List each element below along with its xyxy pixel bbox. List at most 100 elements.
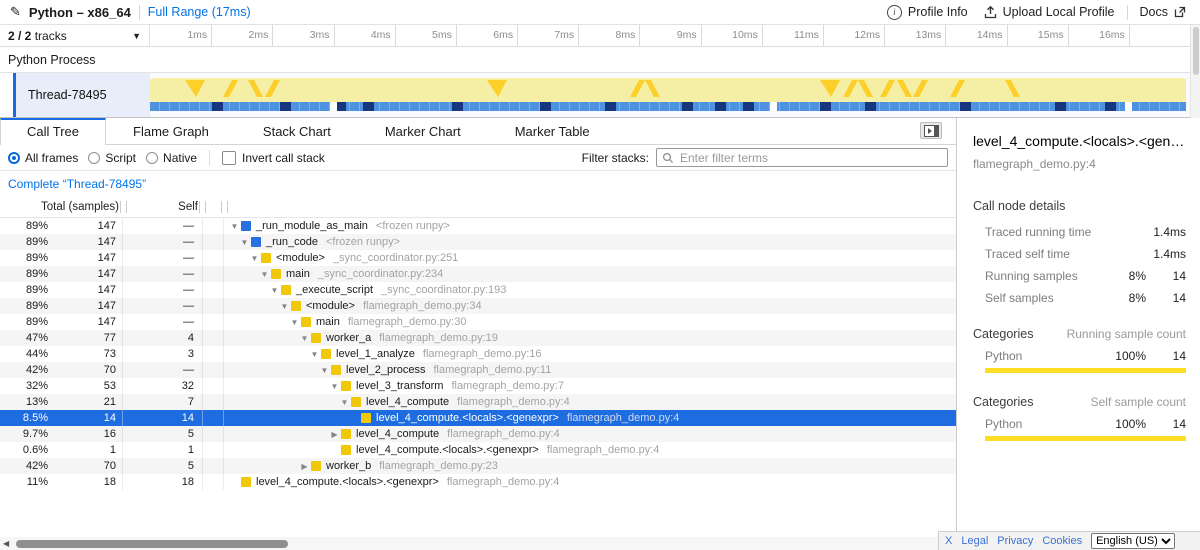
collapse-icon[interactable]: ▼ <box>328 382 341 391</box>
call-tree-row[interactable]: 42%705▶worker_bflamegraph_demo.py:23 <box>0 458 956 474</box>
collapse-icon[interactable]: ▼ <box>318 366 331 375</box>
thread-activity-graph[interactable] <box>150 73 1190 117</box>
call-tree-row[interactable]: 89%147—▼mainflamegraph_demo.py:30 <box>0 314 956 330</box>
ruler-tick-label: 11ms <box>794 29 819 41</box>
call-tree-row[interactable]: 9.7%165▶level_4_computeflamegraph_demo.p… <box>0 426 956 442</box>
call-tree-row[interactable]: 32%5332▼level_3_transformflamegraph_demo… <box>0 378 956 394</box>
thread-track[interactable]: Thread-78495 <box>0 73 1200 118</box>
collapse-icon[interactable]: ▼ <box>308 350 321 359</box>
collapse-icon[interactable]: ▼ <box>238 238 251 247</box>
detail-row: Traced self time1.4ms <box>973 247 1186 261</box>
call-tree-row[interactable]: 8.5%1414level_4_compute.<locals>.<genexp… <box>0 410 956 426</box>
collapse-icon[interactable]: ▼ <box>228 222 241 231</box>
frame-category-icon <box>261 253 271 263</box>
radio-script[interactable]: Script <box>88 151 136 165</box>
horizontal-scrollbar[interactable]: ◀ <box>0 537 956 550</box>
tab-stack-chart[interactable]: Stack Chart <box>236 119 358 144</box>
collapse-icon[interactable]: ▼ <box>268 286 281 295</box>
filter-stacks-box[interactable] <box>656 148 948 167</box>
frame-category-icon <box>251 237 261 247</box>
row-total-percent: 8.5% <box>0 410 50 426</box>
call-tree-row[interactable]: 42%70—▼level_2_processflamegraph_demo.py… <box>0 362 956 378</box>
call-tree-row[interactable]: 89%147—▼_execute_script_sync_coordinator… <box>0 282 956 298</box>
call-tree-row[interactable]: 89%147—▼<module>_sync_coordinator.py:251 <box>0 250 956 266</box>
call-tree-row[interactable]: 89%147—▼_run_code<frozen runpy> <box>0 234 956 250</box>
tracks-dropdown[interactable]: 2 / 2 tracks ▼ <box>0 25 150 46</box>
row-gap <box>203 362 224 378</box>
collapse-icon[interactable]: ▼ <box>248 254 261 263</box>
call-tree-row[interactable]: 89%147—▼main_sync_coordinator.py:234 <box>0 266 956 282</box>
footer-link-privacy[interactable]: Privacy <box>997 535 1033 547</box>
vertical-scrollbar[interactable] <box>1190 25 1200 118</box>
footer-link-x[interactable]: X <box>945 535 952 547</box>
full-range-link[interactable]: Full Range (17ms) <box>148 5 251 19</box>
process-track-header[interactable]: Python Process <box>0 47 1200 73</box>
column-self[interactable]: Self <box>128 201 198 213</box>
call-tree-controls: All frames Script Native Invert call stack… <box>0 145 956 171</box>
collapse-icon[interactable]: ▼ <box>288 318 301 327</box>
column-resizer[interactable] <box>221 201 228 213</box>
row-total-percent: 42% <box>0 362 50 378</box>
expand-icon[interactable]: ▶ <box>298 462 311 471</box>
sidebar-toggle-button[interactable] <box>920 122 942 139</box>
tab-marker-table[interactable]: Marker Table <box>488 119 617 144</box>
radio-label: Script <box>105 151 136 165</box>
upload-icon <box>984 6 997 19</box>
radio-all-frames[interactable]: All frames <box>8 151 78 165</box>
collapse-icon[interactable]: ▼ <box>278 302 291 311</box>
scroll-left-arrow[interactable]: ◀ <box>3 539 9 548</box>
call-tree-row[interactable]: 44%733▼level_1_analyzeflamegraph_demo.py… <box>0 346 956 362</box>
footer: X Legal Privacy Cookies English (US) <box>938 531 1200 550</box>
upload-profile-button[interactable]: Upload Local Profile <box>980 5 1119 19</box>
column-resizer[interactable] <box>120 201 127 213</box>
external-link-icon <box>1174 6 1186 18</box>
row-total-samples: 147 <box>50 298 123 314</box>
row-self-samples: — <box>123 250 203 266</box>
frame-category-icon <box>361 413 371 423</box>
thread-track-label[interactable]: Thread-78495 <box>16 73 150 117</box>
tab-call-tree[interactable]: Call Tree <box>0 118 106 145</box>
call-tree-row[interactable]: 11%1818level_4_compute.<locals>.<genexpr… <box>0 474 956 490</box>
call-tree-row[interactable]: 0.6%11level_4_compute.<locals>.<genexpr>… <box>0 442 956 458</box>
expand-icon[interactable]: ▶ <box>328 430 341 439</box>
row-frame: level_4_compute.<locals>.<genexpr>flameg… <box>224 412 956 424</box>
collapse-icon[interactable]: ▼ <box>258 270 271 279</box>
language-select[interactable]: English (US) <box>1091 533 1175 549</box>
ruler-tick: 2ms <box>272 25 273 46</box>
category-row: Python100%14 <box>973 417 1186 431</box>
horizontal-scrollbar-thumb[interactable] <box>16 540 288 548</box>
docs-link[interactable]: Docs <box>1136 5 1190 19</box>
radio-native[interactable]: Native <box>146 151 197 165</box>
collapse-icon[interactable]: ▼ <box>298 334 311 343</box>
invert-call-stack-option[interactable]: Invert call stack <box>222 151 325 165</box>
category-count: 14 <box>1146 417 1186 431</box>
collapse-icon[interactable]: ▼ <box>338 398 351 407</box>
row-gap <box>203 410 224 426</box>
sample-dark-segment <box>280 102 291 111</box>
call-tree-row[interactable]: 89%147—▼<module>flamegraph_demo.py:34 <box>0 298 956 314</box>
profile-info-button[interactable]: i Profile Info <box>883 5 972 20</box>
category-percent: 100% <box>1098 349 1146 363</box>
edit-profile-name-icon[interactable]: ✎ <box>10 4 21 20</box>
invert-call-stack-checkbox[interactable] <box>222 151 236 165</box>
frame-filter-radios: All frames Script Native <box>8 151 197 165</box>
tab-marker-chart[interactable]: Marker Chart <box>358 119 488 144</box>
filter-stacks-input[interactable] <box>678 150 942 166</box>
timeline-ruler: 1ms2ms3ms4ms5ms6ms7ms8ms9ms10ms11ms12ms1… <box>150 25 1190 46</box>
ruler-tick: 11ms <box>823 25 824 46</box>
call-tree-row[interactable]: 89%147—▼_run_module_as_main<frozen runpy… <box>0 218 956 234</box>
footer-link-cookies[interactable]: Cookies <box>1042 535 1082 547</box>
tab-flame-graph[interactable]: Flame Graph <box>106 119 236 144</box>
row-frame: ▼_execute_script_sync_coordinator.py:193 <box>224 284 956 296</box>
committed-range-link[interactable]: Complete “Thread-78495” <box>8 177 146 191</box>
column-resizer[interactable] <box>199 201 206 213</box>
detail-value: 14 <box>1146 291 1186 305</box>
ruler-tick: 5ms <box>456 25 457 46</box>
column-total-samples[interactable]: Total (samples) <box>0 201 119 213</box>
row-total-samples: 21 <box>50 394 123 410</box>
row-gap <box>203 330 224 346</box>
footer-link-legal[interactable]: Legal <box>961 535 988 547</box>
vertical-scrollbar-thumb[interactable] <box>1193 27 1199 75</box>
call-tree-row[interactable]: 13%217▼level_4_computeflamegraph_demo.py… <box>0 394 956 410</box>
call-tree-row[interactable]: 47%774▼worker_aflamegraph_demo.py:19 <box>0 330 956 346</box>
